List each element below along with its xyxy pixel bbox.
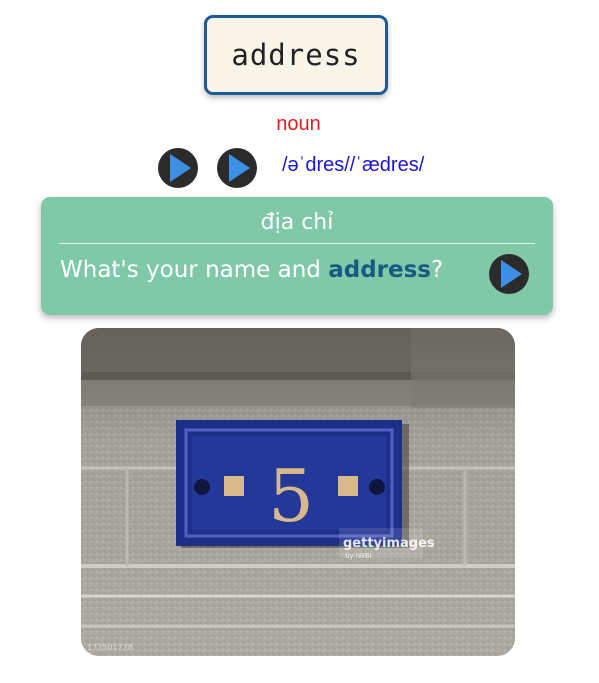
translation: địa chỉ bbox=[260, 210, 334, 235]
example-text-before: What's your name and bbox=[60, 257, 329, 283]
house-number-image: 5 gettyimages by IWBI 173501728 bbox=[81, 328, 515, 656]
example-keyword: address bbox=[328, 257, 431, 283]
play-audio-button-2[interactable] bbox=[217, 148, 257, 188]
photo-id: 173501728 bbox=[87, 643, 133, 652]
illustration-photo: 5 gettyimages by IWBI 173501728 bbox=[81, 328, 515, 656]
play-icon bbox=[229, 154, 250, 182]
part-of-speech: noun bbox=[276, 113, 321, 135]
play-audio-button-1[interactable] bbox=[158, 148, 198, 188]
play-example-button[interactable] bbox=[489, 254, 529, 294]
play-icon bbox=[501, 260, 522, 288]
vocabulary-page: address noun /əˈdres//ˈædres/ địa chỉ Wh… bbox=[0, 0, 599, 683]
watermark-credit: by IWBI bbox=[345, 552, 372, 560]
meaning-card: địa chỉ What's your name and address? bbox=[41, 197, 553, 315]
word-title: address bbox=[231, 38, 361, 72]
watermark-logo: gettyimages bbox=[343, 536, 435, 551]
word-card: address bbox=[204, 15, 388, 95]
plaque-number: 5 bbox=[268, 454, 314, 538]
example-sentence: What's your name and address? bbox=[60, 257, 443, 283]
divider bbox=[59, 243, 535, 244]
play-icon bbox=[170, 154, 191, 182]
phonetic-transcription: /əˈdres//ˈædres/ bbox=[282, 154, 425, 176]
example-text-after: ? bbox=[430, 257, 444, 283]
